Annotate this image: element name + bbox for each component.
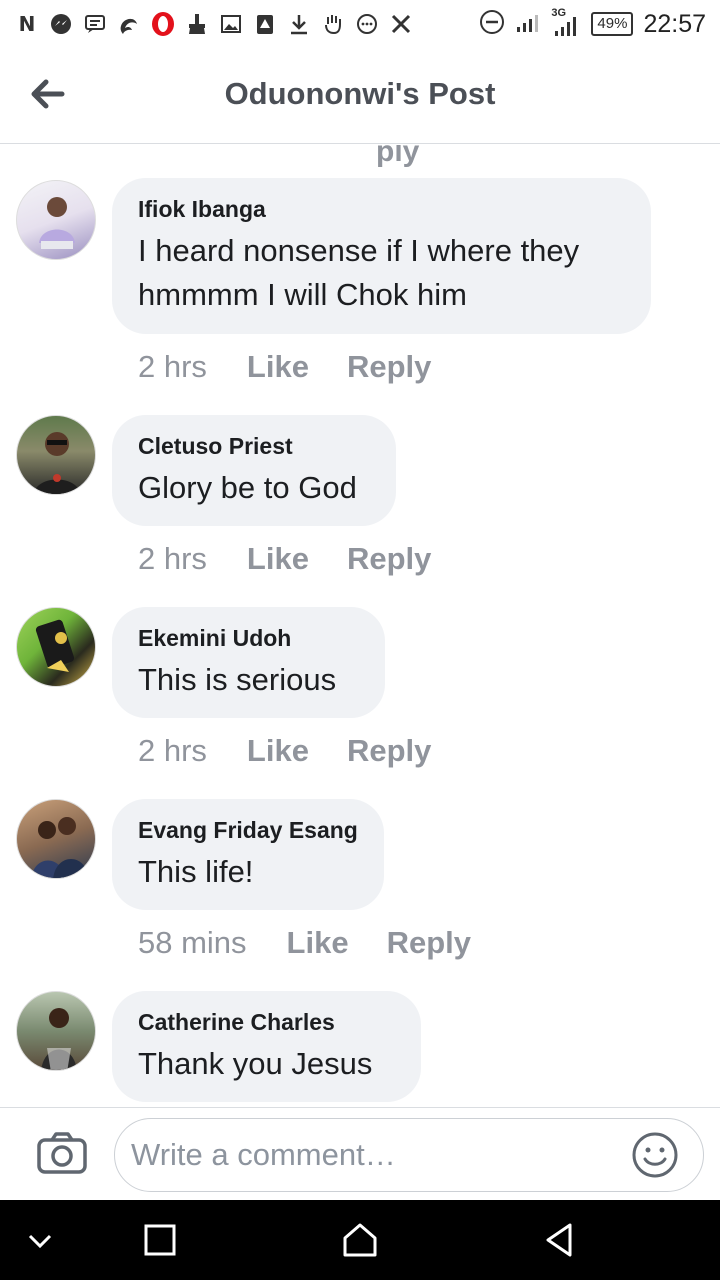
comment-bubble: Ekemini Udoh This is serious (112, 607, 385, 718)
like-button[interactable]: Like (247, 349, 309, 385)
status-bar: N 3G 49% 22:57 (0, 0, 720, 48)
comment-actions: 2 hrs Like Reply (138, 541, 431, 577)
camera-icon (37, 1132, 87, 1174)
swirl-icon (116, 11, 142, 37)
person-icon (35, 619, 75, 672)
comment-bubble: Catherine Charles Thank you Jesus (112, 991, 421, 1102)
comment-bubble: Ifiok Ibanga I heard nonsense if I where… (112, 178, 651, 334)
like-button[interactable]: Like (247, 541, 309, 577)
home-icon (343, 1223, 377, 1257)
commenter-name[interactable]: Catherine Charles (138, 1009, 395, 1036)
hide-nav-button[interactable] (20, 1220, 60, 1260)
reply-button[interactable]: Reply (387, 925, 471, 961)
person-icon (33, 432, 81, 494)
notification-icons: N (14, 11, 414, 37)
comment-bubble: Cletuso Priest Glory be to God (112, 415, 396, 526)
comment-text: I heard nonsense if I where they (138, 233, 580, 268)
comment-composer (0, 1107, 720, 1200)
avatar[interactable] (16, 607, 96, 687)
opera-icon (150, 11, 176, 37)
reply-button[interactable]: Reply (347, 541, 431, 577)
smiley-icon (632, 1132, 678, 1178)
status-right: 3G 49% 22:57 (479, 7, 706, 40)
truncated-previous-reply: ply (376, 145, 420, 168)
comment-time: 58 mins (138, 925, 247, 960)
chevron-down-icon (28, 1234, 52, 1249)
commenter-name[interactable]: Ifiok Ibanga (138, 196, 625, 223)
commenter-name[interactable]: Cletuso Priest (138, 433, 370, 460)
n-icon: N (18, 12, 36, 36)
post-header: Oduononwi's Post (0, 48, 720, 144)
comment-bubble: Evang Friday Esang This life! (112, 799, 384, 910)
reply-button[interactable]: Reply (347, 349, 431, 385)
avatar[interactable] (16, 991, 96, 1071)
camera-button[interactable] (36, 1130, 88, 1176)
system-navigation-bar (0, 1200, 720, 1280)
person-icon (39, 197, 75, 249)
image-icon (218, 11, 244, 37)
chat-icon (354, 11, 380, 37)
comment-text: This is serious (138, 662, 337, 697)
comment-text: hmmmm I will Chok him (138, 277, 467, 312)
commenter-name[interactable]: Ekemini Udoh (138, 625, 359, 652)
network-signal-icon: 3G (551, 7, 581, 37)
comment-text: Glory be to God (138, 470, 357, 505)
emoji-button[interactable] (630, 1130, 680, 1180)
comment-time: 2 hrs (138, 733, 207, 768)
reply-button[interactable]: Reply (347, 733, 431, 769)
comment-text: Thank you Jesus (138, 1046, 373, 1081)
message-icon (82, 11, 108, 37)
download-icon (286, 11, 312, 37)
comment-text: This life! (138, 854, 254, 889)
do-not-disturb-icon (479, 9, 505, 40)
page-title: Oduononwi's Post (224, 76, 496, 111)
broom-icon (184, 11, 210, 37)
comment-actions: 58 mins Like Reply (138, 925, 471, 961)
comment-input[interactable] (114, 1118, 704, 1192)
signal-icon (515, 11, 541, 38)
comment-list[interactable]: ply Ifiok Ibanga I heard nonsense if I w… (0, 145, 720, 1107)
like-button[interactable]: Like (287, 925, 349, 961)
commenter-name[interactable]: Evang Friday Esang (138, 817, 358, 844)
warning-icon (252, 11, 278, 37)
avatar[interactable] (16, 799, 96, 879)
square-icon (144, 1224, 176, 1256)
hand-icon (320, 11, 346, 37)
couple-icon (31, 817, 89, 878)
triangle-back-icon (546, 1223, 572, 1257)
clock: 22:57 (643, 9, 706, 38)
like-button[interactable]: Like (247, 733, 309, 769)
comment-actions: 2 hrs Like Reply (138, 733, 431, 769)
comment-time: 2 hrs (138, 349, 207, 384)
messenger-icon (48, 11, 74, 37)
avatar[interactable] (16, 180, 96, 260)
home-button[interactable] (340, 1220, 380, 1260)
avatar[interactable] (16, 415, 96, 495)
back-nav-button[interactable] (540, 1220, 580, 1260)
x-icon (388, 11, 414, 37)
person-icon (41, 1008, 77, 1070)
recents-button[interactable] (140, 1220, 180, 1260)
comment-time: 2 hrs (138, 541, 207, 576)
comment-actions: 2 hrs Like Reply (138, 349, 431, 385)
battery-indicator: 49% (591, 12, 634, 36)
